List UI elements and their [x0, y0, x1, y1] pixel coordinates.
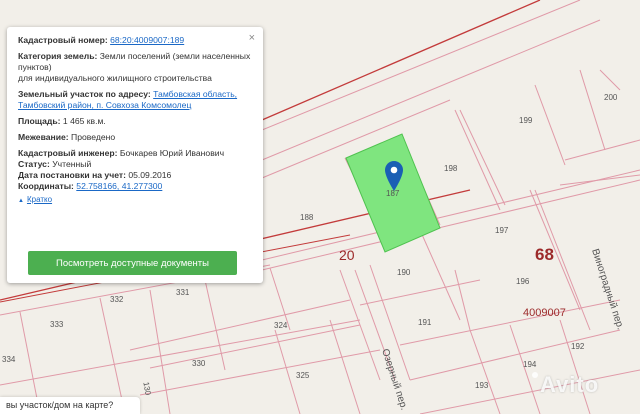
- cadastral-number-row: Кадастровый номер: 68:20:4009007:189: [18, 35, 252, 46]
- survey-value: Проведено: [71, 132, 116, 142]
- coordinates-label: Координаты:: [18, 181, 74, 191]
- land-category-row: Категория земель: Земли поселений (земли…: [18, 51, 252, 84]
- avito-watermark: Avito: [532, 372, 599, 398]
- area-value: 1 465 кв.м.: [62, 116, 106, 126]
- parcel-label: 192: [571, 342, 585, 351]
- status-value: Учтенный: [52, 159, 92, 169]
- status-label: Статус:: [18, 159, 50, 169]
- view-documents-button[interactable]: Посмотреть доступные документы: [28, 251, 237, 275]
- cadastral-number-link[interactable]: 68:20:4009007:189: [110, 35, 184, 45]
- area-label: Площадь:: [18, 116, 61, 126]
- address-link-line1[interactable]: Тамбовская область,: [153, 89, 237, 99]
- parcel-label: 199: [519, 116, 533, 125]
- address-row: Земельный участок по адресу: Тамбовская …: [18, 89, 252, 111]
- engineer-label: Кадастровый инженер:: [18, 148, 118, 158]
- land-category-label: Категория земель:: [18, 51, 98, 61]
- close-icon[interactable]: ×: [249, 32, 255, 44]
- block-number: 20: [339, 247, 355, 263]
- land-use-value: для индивидуального жилищного строительс…: [18, 73, 212, 83]
- parcel-label: 200: [604, 93, 618, 102]
- engineer-value: Бочкарев Юрий Иванович: [119, 148, 225, 158]
- address-label: Земельный участок по адресу:: [18, 89, 151, 99]
- cadastral-number-label: Кадастровый номер:: [18, 35, 108, 45]
- chevron-up-icon: ▲: [18, 198, 24, 204]
- parcel-label: 330: [192, 359, 206, 368]
- parcel-label: 190: [397, 268, 411, 277]
- parcel-label: 324: [274, 321, 288, 330]
- bottom-prompt[interactable]: вы участок/дом на карте?: [0, 397, 140, 414]
- parcel-label: 198: [444, 164, 458, 173]
- status-row: Статус: Учтенный: [18, 159, 252, 170]
- parcel-label: 194: [523, 360, 537, 369]
- coordinates-row: Координаты: 52.758166, 41.277300: [18, 181, 252, 192]
- parcel-label: 332: [110, 295, 124, 304]
- collapse-link-label[interactable]: Кратко: [27, 195, 52, 204]
- block-number: 68: [535, 245, 554, 264]
- parcel-label: 333: [50, 320, 64, 329]
- parcel-label: 191: [418, 318, 432, 327]
- parcel-info-popup: × Кадастровый номер: 68:20:4009007:189 К…: [7, 27, 263, 283]
- avito-dots-icon: [532, 372, 538, 378]
- cadastral-block-number: 4009007: [523, 307, 566, 319]
- watermark-text: Avito: [540, 372, 600, 397]
- parcel-label: 193: [475, 381, 489, 390]
- survey-label: Межевание:: [18, 132, 69, 142]
- engineer-row: Кадастровый инженер: Бочкарев Юрий Ивано…: [18, 148, 252, 159]
- survey-row: Межевание: Проведено: [18, 132, 252, 143]
- map-pin-icon[interactable]: [385, 161, 403, 191]
- area-row: Площадь: 1 465 кв.м.: [18, 116, 252, 127]
- registration-row: Дата постановки на учет: 05.09.2016: [18, 170, 252, 181]
- parcel-label: 331: [176, 288, 190, 297]
- registration-label: Дата постановки на учет:: [18, 170, 126, 180]
- coordinates-link[interactable]: 52.758166, 41.277300: [76, 181, 162, 191]
- parcel-label: 325: [296, 371, 310, 380]
- parcel-label: 188: [300, 213, 314, 222]
- street-name: Озерный пер.: [379, 348, 409, 412]
- registration-value: 05.09.2016: [128, 170, 172, 180]
- parcel-label: 196: [516, 277, 530, 286]
- parcel-label: 197: [495, 226, 509, 235]
- address-link-line2[interactable]: Тамбовский район, п. Совхоза Комсомолец: [18, 100, 191, 110]
- street-name: Виноградный пер.: [589, 248, 626, 332]
- parcel-label: 334: [2, 355, 16, 364]
- collapse-link[interactable]: ▲ Кратко: [18, 192, 252, 204]
